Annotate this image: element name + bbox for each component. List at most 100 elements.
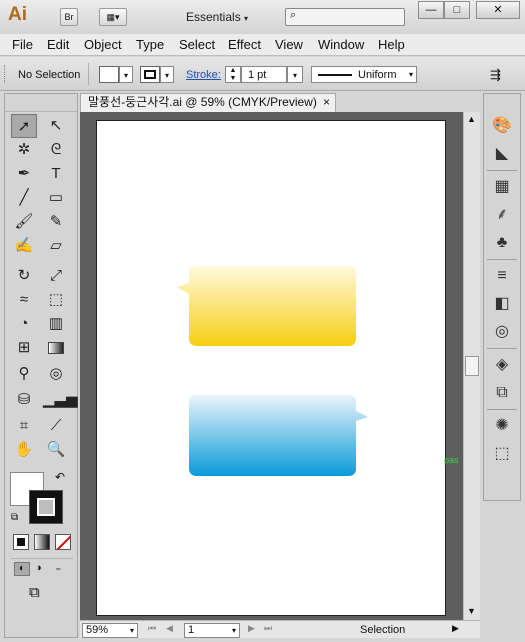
profile-line	[318, 74, 352, 76]
variable-width-profile[interactable]: Uniform ▾	[311, 66, 417, 83]
close-tab-icon[interactable]: ×	[323, 94, 330, 111]
zoom-tool-icon[interactable]: 🔍	[43, 438, 69, 462]
stroke-weight-field[interactable]: 1 pt	[241, 66, 287, 83]
symbol-sprayer-tool-icon[interactable]: ⛁	[11, 388, 37, 412]
scroll-thumb[interactable]	[465, 356, 479, 376]
zoom-field[interactable]: 59% ▾	[82, 623, 138, 638]
appearance-panel-icon[interactable]: ✺	[484, 412, 520, 440]
swap-colors-icon[interactable]: ↶	[55, 470, 65, 484]
zoom-value: 59%	[86, 624, 109, 636]
menu-file[interactable]: File	[12, 37, 33, 52]
draw-modes: ◐ ◑ ◒	[11, 558, 73, 578]
swatches-panel-icon[interactable]: ▦	[484, 173, 520, 201]
menu-type[interactable]: Type	[136, 37, 164, 52]
menu-edit[interactable]: Edit	[47, 37, 69, 52]
rectangle-tool-icon[interactable]: ▭	[43, 186, 69, 210]
draw-normal-icon[interactable]: ◐	[14, 562, 30, 576]
menu-object[interactable]: Object	[84, 37, 122, 52]
symbols-panel-icon[interactable]: ♣	[484, 229, 520, 257]
stroke-link[interactable]: Stroke:	[186, 69, 221, 81]
search-input[interactable]: ⌕	[285, 8, 405, 26]
magic-wand-tool-icon[interactable]: ✲	[11, 138, 37, 162]
scroll-up-icon[interactable]: ▲	[467, 114, 476, 124]
mesh-tool-icon[interactable]: ⊞	[11, 336, 37, 360]
default-colors-icon[interactable]: ⧉	[11, 512, 18, 523]
rotate-tool-icon[interactable]: ↻	[11, 264, 37, 288]
artboard-navigation-field[interactable]: 1 ▾	[184, 623, 240, 638]
stroke-color-box[interactable]	[29, 490, 63, 524]
graphic-styles-panel-icon[interactable]: ⬚	[484, 440, 520, 468]
gradient-mode-button[interactable]	[34, 534, 50, 550]
menu-view[interactable]: View	[275, 37, 303, 52]
artboards-panel-icon[interactable]: ⧉	[484, 379, 520, 407]
perspective-grid-tool-icon[interactable]: ▥	[43, 312, 69, 336]
slice-tool-icon[interactable]: ⟋	[43, 414, 69, 438]
tools-panel-header	[5, 94, 77, 112]
fill-swatch[interactable]	[99, 66, 119, 83]
document-tab[interactable]: 말풍선-둥근사각.ai @ 59% (CMYK/Preview) ×	[80, 93, 336, 112]
artboard[interactable]	[96, 120, 446, 616]
transparency-panel-icon[interactable]: ◎	[484, 318, 520, 346]
draw-behind-icon[interactable]: ◑	[35, 562, 42, 574]
gradient-panel-icon[interactable]: ◧	[484, 290, 520, 318]
hand-tool-icon[interactable]: ✋	[11, 438, 37, 462]
eyedropper-tool-icon[interactable]: ⚲	[11, 362, 37, 386]
none-mode-button[interactable]	[55, 534, 71, 550]
menu-help[interactable]: Help	[378, 37, 405, 52]
eraser-tool-icon[interactable]: ▱	[43, 234, 69, 258]
line-tool-icon[interactable]: ╱	[11, 186, 37, 210]
artboard-tool-icon[interactable]: ⌗	[11, 414, 37, 438]
scale-tool-icon[interactable]: ⤢	[43, 264, 69, 288]
free-transform-tool-icon[interactable]: ⬚	[43, 288, 69, 312]
gradient-tool-icon[interactable]	[43, 336, 69, 360]
column-graph-tool-icon[interactable]: ▁▃▅	[43, 388, 78, 412]
shape-builder-tool-icon[interactable]: ◔	[11, 312, 37, 336]
blob-brush-tool-icon[interactable]: ✍	[11, 234, 37, 258]
search-icon: ⌕	[290, 9, 297, 21]
color-guide-panel-icon[interactable]: ◣	[484, 140, 520, 168]
minimize-button[interactable]: —	[418, 1, 444, 19]
prev-artboard-icon[interactable]: ◀	[166, 623, 173, 634]
workspace-switcher[interactable]: Essentials ▾	[186, 10, 248, 24]
menu-window[interactable]: Window	[318, 37, 364, 52]
blue-speech-bubble[interactable]	[189, 395, 368, 476]
pencil-tool-icon[interactable]: ✎	[43, 210, 69, 234]
stroke-dropdown[interactable]: ▾	[160, 66, 174, 83]
stroke-panel-icon[interactable]: ≡	[484, 262, 520, 290]
type-tool-icon[interactable]: T	[43, 162, 69, 186]
stroke-swatch[interactable]	[140, 66, 160, 83]
next-artboard-icon[interactable]: ▶	[248, 623, 255, 634]
width-tool-icon[interactable]: ≈	[11, 288, 37, 312]
color-panel-icon[interactable]: 🎨	[484, 112, 520, 140]
color-mode-button[interactable]	[13, 534, 29, 550]
stroke-weight-stepper[interactable]: ▲ ▼	[225, 66, 241, 83]
status-menu-icon[interactable]: ▶	[452, 623, 459, 634]
app-logo: Ai	[8, 4, 27, 25]
menu-select[interactable]: Select	[179, 37, 215, 52]
lasso-tool-icon[interactable]: ᘓ	[43, 138, 69, 162]
menu-effect[interactable]: Effect	[228, 37, 261, 52]
scroll-down-icon[interactable]: ▼	[467, 606, 476, 616]
stroke-weight-dropdown[interactable]: ▾	[287, 66, 303, 83]
selection-tool-icon[interactable]: ➚	[11, 114, 37, 138]
last-artboard-icon[interactable]: ⏭	[264, 623, 272, 634]
arrange-documents-button[interactable]: ▦▾	[99, 8, 127, 26]
draw-inside-icon[interactable]: ◒	[55, 562, 62, 574]
vertical-scrollbar[interactable]: ▲ ▼	[463, 112, 480, 620]
direct-selection-tool-icon[interactable]: ↖	[43, 114, 69, 138]
brushes-panel-icon[interactable]: ⸙	[484, 201, 520, 229]
layers-panel-icon[interactable]: ◈	[484, 351, 520, 379]
close-button[interactable]: ✕	[476, 1, 520, 19]
fill-dropdown[interactable]: ▾	[119, 66, 133, 83]
chevron-down-icon: ▾	[231, 626, 236, 635]
document-tab-title: 말풍선-둥근사각.ai @ 59% (CMYK/Preview)	[88, 95, 317, 109]
blend-tool-icon[interactable]: ◎	[43, 362, 69, 386]
screen-mode-icon[interactable]: ⧉	[29, 584, 40, 601]
yellow-speech-bubble[interactable]	[177, 266, 356, 346]
bridge-button[interactable]: Br	[60, 8, 78, 26]
first-artboard-icon[interactable]: ⏮	[148, 623, 156, 634]
paintbrush-tool-icon[interactable]: 🖌	[11, 210, 37, 234]
maximize-button[interactable]: □	[444, 1, 470, 19]
panel-menu-icon[interactable]: ⇶	[490, 67, 501, 83]
pen-tool-icon[interactable]: ✒	[11, 162, 37, 186]
